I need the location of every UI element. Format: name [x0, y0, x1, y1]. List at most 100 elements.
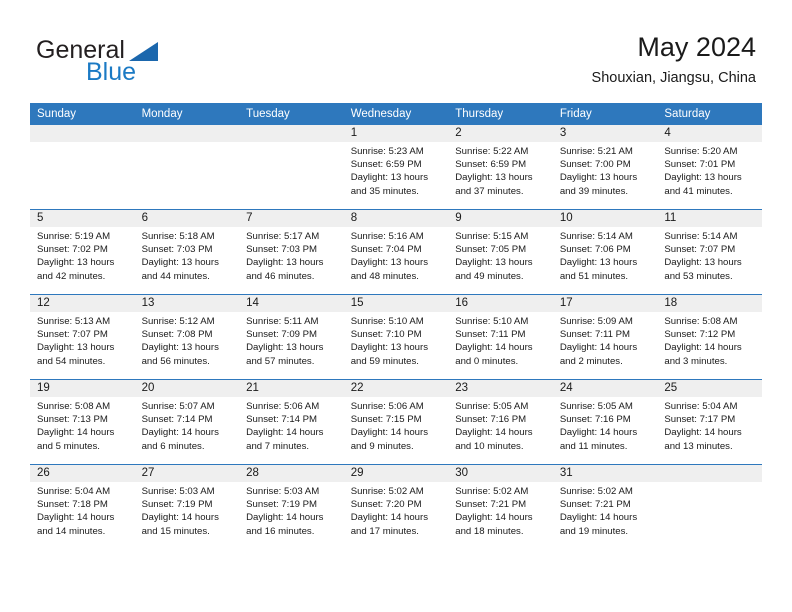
weekday-header-wednesday: Wednesday	[343, 103, 449, 125]
calendar-day-cell[interactable]: 21 Sunrise: 5:06 AM Sunset: 7:14 PM Dayligh…	[239, 379, 344, 465]
sunset-text: Sunset: 7:01 PM	[664, 159, 736, 171]
calendar-day-cell[interactable]: 18 Sunrise: 5:08 AM Sunset: 7:12 PM Dayligh…	[657, 294, 762, 380]
calendar-day-cell[interactable]: 9 Sunrise: 5:15 AM Sunset: 7:05 PM Daylight…	[448, 209, 553, 295]
sun-times-block: Sunrise: 5:22 AM Sunset: 6:59 PM Daylight:…	[448, 142, 553, 198]
day-cell-inner: 29 Sunrise: 5:02 AM Sunset: 7:20 PM Dayligh…	[343, 465, 449, 549]
day-cell-inner: 27 Sunrise: 5:03 AM Sunset: 7:19 PM Dayligh…	[134, 465, 240, 549]
day-cell-inner: 9 Sunrise: 5:15 AM Sunset: 7:05 PM Daylight…	[448, 210, 553, 294]
calendar-day-cell[interactable]: 4 Sunrise: 5:20 AM Sunset: 7:01 PM Daylight…	[657, 125, 762, 210]
sun-times-block: Sunrise: 5:02 AM Sunset: 7:20 PM Daylight:…	[344, 482, 449, 538]
sun-times-block: Sunrise: 5:20 AM Sunset: 7:01 PM Daylight:…	[657, 142, 762, 198]
day-number: 7	[239, 210, 344, 227]
sunrise-text: Sunrise: 5:20 AM	[664, 146, 738, 157]
calendar-day-cell[interactable]: 17 Sunrise: 5:09 AM Sunset: 7:11 PM Dayligh…	[552, 294, 658, 380]
calendar-day-cell[interactable]: 5 Sunrise: 5:19 AM Sunset: 7:02 PM Daylight…	[30, 209, 135, 295]
sun-times-block: Sunrise: 5:10 AM Sunset: 7:10 PM Daylight:…	[344, 312, 449, 368]
day-number: 9	[448, 210, 553, 227]
sunrise-text: Sunrise: 5:06 AM	[350, 401, 424, 412]
daylight-hours-text: Daylight: 13 hours	[246, 342, 324, 354]
daylight-minutes-text: and 14 minutes.	[37, 525, 106, 537]
page-title: May 2024	[637, 32, 756, 62]
calendar-week-row: 1 Sunrise: 5:23 AM Sunset: 6:59 PM Daylight…	[30, 125, 762, 210]
calendar-day-cell[interactable]: 31 Sunrise: 5:02 AM Sunset: 7:21 PM Dayligh…	[552, 464, 658, 549]
day-cell-inner: 17 Sunrise: 5:09 AM Sunset: 7:11 PM Dayligh…	[552, 295, 658, 379]
brand-name-blue: Blue	[86, 58, 137, 86]
calendar-day-cell[interactable]: 14 Sunrise: 5:11 AM Sunset: 7:09 PM Dayligh…	[239, 294, 344, 380]
calendar-day-cell[interactable]: 22 Sunrise: 5:06 AM Sunset: 7:15 PM Dayligh…	[343, 379, 449, 465]
daylight-hours-text: Daylight: 14 hours	[559, 342, 638, 354]
calendar-day-cell[interactable]: 29 Sunrise: 5:02 AM Sunset: 7:20 PM Dayligh…	[343, 464, 449, 549]
day-cell-inner: 28 Sunrise: 5:03 AM Sunset: 7:19 PM Dayligh…	[239, 465, 344, 549]
calendar-day-cell[interactable]: 15 Sunrise: 5:10 AM Sunset: 7:10 PM Dayligh…	[343, 294, 449, 380]
day-number: 12	[30, 295, 135, 312]
sunset-text: Sunset: 7:09 PM	[246, 329, 318, 341]
calendar-week-row: 26 Sunrise: 5:04 AM Sunset: 7:18 PM Dayligh…	[30, 464, 762, 549]
day-cell-inner: 24 Sunrise: 5:05 AM Sunset: 7:16 PM Dayligh…	[552, 380, 658, 464]
general-blue-logo[interactable]: General Blue	[36, 36, 276, 92]
sunset-text: Sunset: 7:02 PM	[37, 244, 108, 256]
calendar-day-cell[interactable]: 28 Sunrise: 5:03 AM Sunset: 7:19 PM Dayligh…	[239, 464, 344, 549]
day-cell-inner: 12 Sunrise: 5:13 AM Sunset: 7:07 PM Dayligh…	[30, 295, 135, 379]
calendar-day-cell[interactable]: 8 Sunrise: 5:16 AM Sunset: 7:04 PM Daylight…	[343, 209, 449, 295]
calendar-day-cell[interactable]: 10 Sunrise: 5:14 AM Sunset: 7:06 PM Dayligh…	[552, 209, 658, 295]
daylight-hours-text: Daylight: 14 hours	[455, 342, 533, 354]
daylight-hours-text: Daylight: 14 hours	[246, 512, 324, 524]
sun-times-block: Sunrise: 5:03 AM Sunset: 7:19 PM Daylight:…	[239, 482, 344, 538]
day-cell-inner: 13 Sunrise: 5:12 AM Sunset: 7:08 PM Dayligh…	[134, 295, 240, 379]
sunset-text: Sunset: 7:21 PM	[559, 499, 631, 511]
weekday-header-monday: Monday	[134, 103, 240, 125]
day-number	[239, 125, 344, 142]
sun-times-block: Sunrise: 5:02 AM Sunset: 7:21 PM Daylight:…	[448, 482, 553, 538]
day-cell-inner: 14 Sunrise: 5:11 AM Sunset: 7:09 PM Dayligh…	[239, 295, 344, 379]
day-number: 21	[239, 380, 344, 397]
calendar-day-cell[interactable]: 12 Sunrise: 5:13 AM Sunset: 7:07 PM Dayligh…	[30, 294, 135, 380]
daylight-minutes-text: and 3 minutes.	[664, 355, 728, 367]
day-number: 22	[343, 380, 449, 397]
calendar-day-cell[interactable]: 20 Sunrise: 5:07 AM Sunset: 7:14 PM Dayligh…	[134, 379, 240, 465]
calendar-day-cell[interactable]: 16 Sunrise: 5:10 AM Sunset: 7:11 PM Dayligh…	[448, 294, 553, 380]
day-cell-inner: 8 Sunrise: 5:16 AM Sunset: 7:04 PM Daylight…	[343, 210, 449, 294]
daylight-hours-text: Daylight: 14 hours	[246, 427, 324, 439]
day-cell-inner: 4 Sunrise: 5:20 AM Sunset: 7:01 PM Daylight…	[657, 125, 762, 209]
calendar-week-row: 5 Sunrise: 5:19 AM Sunset: 7:02 PM Daylight…	[30, 209, 762, 295]
day-number	[657, 465, 762, 482]
sunset-text: Sunset: 6:59 PM	[455, 159, 527, 171]
calendar-day-cell[interactable]: 26 Sunrise: 5:04 AM Sunset: 7:18 PM Dayligh…	[30, 464, 135, 549]
calendar-day-cell[interactable]: 6 Sunrise: 5:18 AM Sunset: 7:03 PM Daylight…	[134, 209, 240, 295]
day-cell-inner: 16 Sunrise: 5:10 AM Sunset: 7:11 PM Dayligh…	[448, 295, 553, 379]
calendar-day-cell[interactable]: 3 Sunrise: 5:21 AM Sunset: 7:00 PM Daylight…	[552, 125, 658, 210]
daylight-minutes-text: and 46 minutes.	[246, 270, 315, 282]
day-cell-inner: 1 Sunrise: 5:23 AM Sunset: 6:59 PM Daylight…	[343, 125, 449, 209]
daylight-hours-text: Daylight: 13 hours	[664, 172, 742, 184]
calendar-day-cell[interactable]: 27 Sunrise: 5:03 AM Sunset: 7:19 PM Dayligh…	[134, 464, 240, 549]
calendar-day-cell[interactable]: 30 Sunrise: 5:02 AM Sunset: 7:21 PM Dayligh…	[448, 464, 553, 549]
calendar-day-cell[interactable]: 23 Sunrise: 5:05 AM Sunset: 7:16 PM Dayligh…	[448, 379, 553, 465]
day-number: 26	[30, 465, 135, 482]
calendar-day-cell[interactable]: 11 Sunrise: 5:14 AM Sunset: 7:07 PM Dayligh…	[657, 209, 762, 295]
calendar-day-cell[interactable]: 19 Sunrise: 5:08 AM Sunset: 7:13 PM Dayligh…	[30, 379, 135, 465]
sun-times-block: Sunrise: 5:13 AM Sunset: 7:07 PM Daylight:…	[30, 312, 135, 368]
day-number: 4	[657, 125, 762, 142]
daylight-minutes-text: and 6 minutes.	[141, 440, 205, 452]
daylight-hours-text: Daylight: 14 hours	[350, 512, 429, 524]
day-number: 6	[134, 210, 240, 227]
sun-times-block: Sunrise: 5:18 AM Sunset: 7:03 PM Daylight:…	[135, 227, 240, 283]
sunset-text: Sunset: 7:17 PM	[664, 414, 736, 426]
sunset-text: Sunset: 7:12 PM	[664, 329, 736, 341]
day-number: 30	[448, 465, 553, 482]
calendar-day-cell[interactable]: 1 Sunrise: 5:23 AM Sunset: 6:59 PM Daylight…	[343, 125, 449, 210]
sunset-text: Sunset: 7:07 PM	[37, 329, 108, 341]
sunset-text: Sunset: 7:19 PM	[246, 499, 318, 511]
daylight-minutes-text: and 54 minutes.	[37, 355, 106, 367]
calendar-day-cell[interactable]: 13 Sunrise: 5:12 AM Sunset: 7:08 PM Dayligh…	[134, 294, 240, 380]
daylight-minutes-text: and 10 minutes.	[455, 440, 524, 452]
calendar-day-cell[interactable]: 2 Sunrise: 5:22 AM Sunset: 6:59 PM Daylight…	[448, 125, 553, 210]
daylight-hours-text: Daylight: 14 hours	[664, 427, 742, 439]
calendar-day-cell[interactable]: 25 Sunrise: 5:04 AM Sunset: 7:17 PM Dayligh…	[657, 379, 762, 465]
sunset-text: Sunset: 7:03 PM	[246, 244, 318, 256]
sunrise-text: Sunrise: 5:15 AM	[455, 231, 529, 242]
day-number: 18	[657, 295, 762, 312]
calendar-day-cell[interactable]: 24 Sunrise: 5:05 AM Sunset: 7:16 PM Dayligh…	[552, 379, 658, 465]
day-cell-inner	[657, 465, 762, 549]
calendar-day-cell[interactable]: 7 Sunrise: 5:17 AM Sunset: 7:03 PM Daylight…	[239, 209, 344, 295]
